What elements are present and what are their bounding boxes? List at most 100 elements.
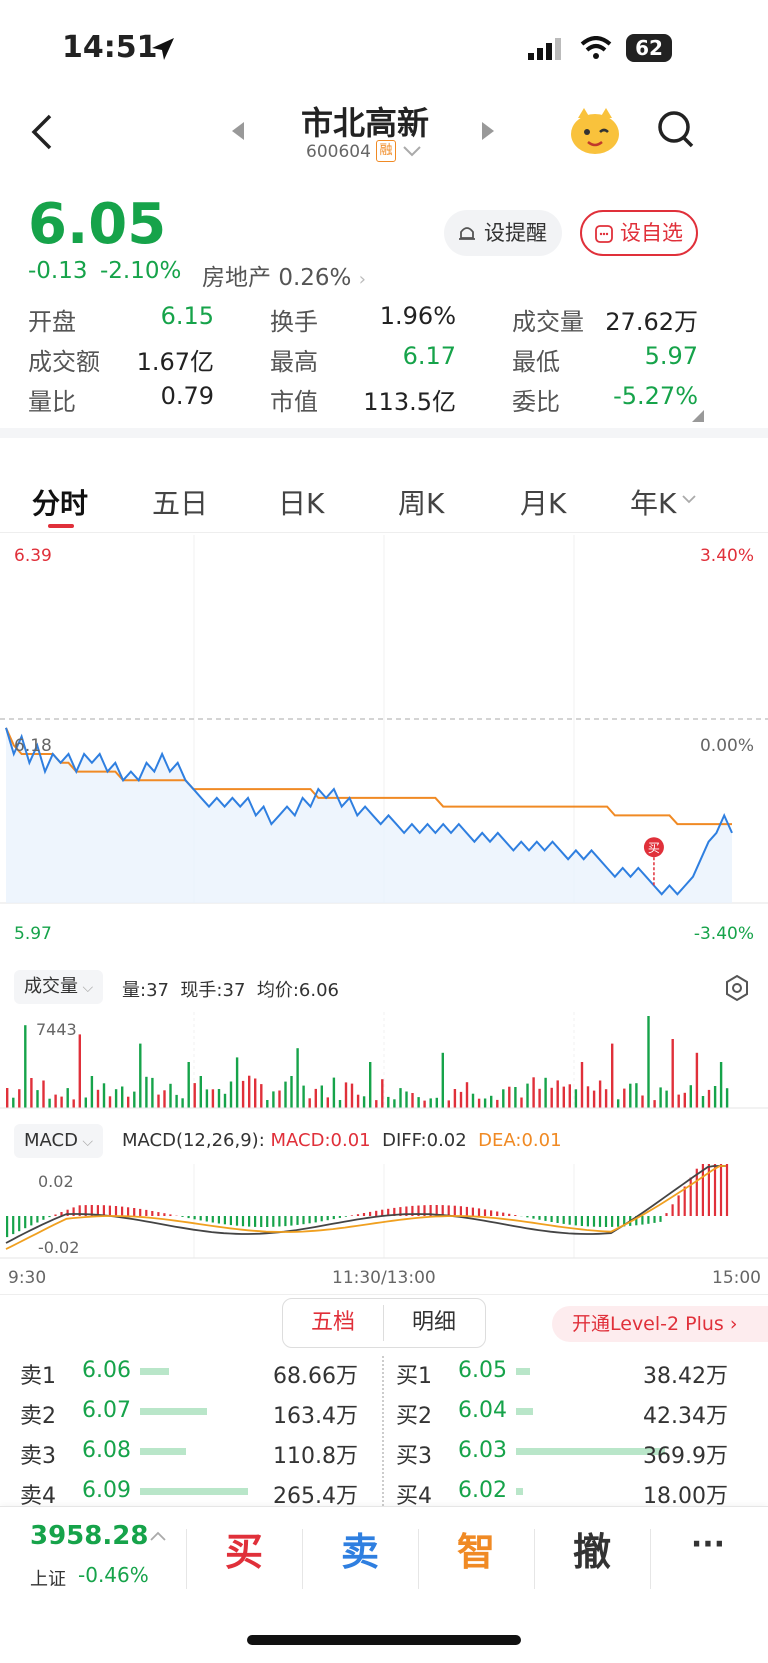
divider [0,532,768,533]
volume-chart[interactable] [0,1012,768,1112]
volume-bar [641,1095,644,1108]
volume-bar [121,1086,124,1108]
order-price: 6.05 [458,1358,507,1383]
macd-bar [102,1205,105,1216]
volume-bar [332,1077,336,1108]
macd-bar [127,1207,130,1216]
macd-bar [42,1216,45,1220]
volume-bar [157,1094,160,1108]
macd-bottom-label: -0.02 [38,1238,80,1257]
tab-details[interactable]: 明细 [384,1299,484,1346]
intraday-price-chart[interactable]: 买 [0,535,768,960]
volume-bar [508,1086,511,1108]
sell-button[interactable]: 卖 [302,1521,418,1576]
macd-bar [229,1216,232,1226]
cancel-order-button[interactable]: 撤 [534,1521,650,1576]
bottom-trade-bar: 3958.28 上证 -0.46% 买 卖 智 撤 ··· [0,1506,768,1663]
chevron-up-icon[interactable] [150,1531,166,1541]
macd-stats: MACD(12,26,9): MACD:0.01 DIFF:0.02 DEA:0… [122,1130,562,1151]
next-stock-icon[interactable] [480,120,496,142]
smart-trade-button[interactable]: 智 [418,1521,534,1576]
volume-bar [241,1080,245,1108]
tab-0[interactable]: 分时 [32,482,88,522]
search-icon[interactable] [656,108,696,152]
order-volume: 163.4万 [273,1404,358,1429]
volume-bar [96,1089,100,1108]
macd-chart[interactable] [0,1164,768,1262]
macd-bar [145,1209,148,1216]
volume-bar [48,1098,51,1108]
stat-label: 市值 [270,388,318,416]
macd-bar [157,1212,160,1216]
settings-icon[interactable] [724,974,750,1002]
order-volume-bar [140,1448,186,1455]
y-mid-label: 6.18 [14,736,52,756]
order-level-label: 卖3 [20,1444,56,1469]
expand-corner-icon[interactable] [692,410,704,422]
x-end-label: 15:00 [712,1268,761,1288]
volume-bar [580,1062,584,1108]
mascot-icon[interactable] [568,104,622,156]
macd-bar [611,1216,614,1227]
stat-value: 0.79 [160,382,214,410]
chevron-down-icon: ⌵ [77,1134,94,1150]
volume-bar [30,1078,33,1108]
sector-pct: 0.26% [278,265,352,291]
macd-indicator-select[interactable]: MACD ⌵ [14,1124,104,1158]
order-level-label: 卖1 [20,1364,56,1389]
tab-2[interactable]: 日K [278,482,324,522]
macd-bar [483,1209,487,1216]
pct-min-label: -3.40% [693,924,754,944]
volume-bar [266,1100,269,1108]
macd-bar [556,1216,559,1223]
macd-bar [375,1210,378,1216]
order-price: 6.06 [82,1358,131,1383]
macd-bar [181,1216,184,1217]
tab-3[interactable]: 周K [398,482,444,522]
prev-stock-icon[interactable] [230,120,246,142]
more-button[interactable]: ··· [650,1527,766,1562]
macd-bar [260,1216,263,1227]
tab-4[interactable]: 月K [520,482,566,522]
stat-value: 5.97 [644,342,698,370]
stat-value: 27.62万 [605,308,698,336]
add-watchlist-button[interactable]: 设自选 [580,210,698,256]
sector-link[interactable]: 房地产 0.26% › [202,258,366,292]
stat-value: 6.15 [160,302,214,330]
level2-promo-button[interactable]: 开通Level-2 Plus › [552,1306,768,1342]
macd-bar [677,1195,680,1216]
macd-bar [617,1216,620,1227]
chevron-down-icon[interactable] [402,144,422,158]
macd-bar [187,1216,190,1219]
stat-value: 1.96% [379,302,456,330]
bell-icon [459,227,475,240]
macd-bar [665,1213,668,1216]
set-alert-button[interactable]: 设提醒 [444,210,562,256]
volume-bar [665,1090,668,1108]
chevron-down-icon[interactable] [682,494,696,504]
volume-bar [520,1097,523,1108]
buy-button[interactable]: 买 [186,1521,302,1576]
pct-mid-label: 0.00% [699,736,754,756]
macd-bar [248,1216,251,1227]
stat-label: 成交量 [512,308,584,336]
back-icon[interactable] [28,112,54,152]
index-pct: -0.46% [78,1563,149,1587]
volume-bar [356,1094,360,1108]
tab-5[interactable]: 年K [630,482,676,522]
macd-bar [48,1216,51,1218]
index-value[interactable]: 3958.28 [30,1521,148,1551]
volume-bar [290,1076,293,1108]
volume-bar [187,1062,190,1108]
tab-1[interactable]: 五日 [152,482,208,522]
volume-bar [6,1088,9,1108]
location-icon [152,38,174,60]
chevron-right-icon: › [358,269,366,290]
volume-bar [623,1088,626,1108]
macd-bar [356,1214,360,1216]
tab-five-levels[interactable]: 五档 [283,1299,383,1346]
macd-bar [24,1216,27,1229]
volume-indicator-select[interactable]: 成交量 ⌵ [14,970,104,1004]
macd-bar [290,1216,293,1226]
macd-bar [12,1216,15,1235]
